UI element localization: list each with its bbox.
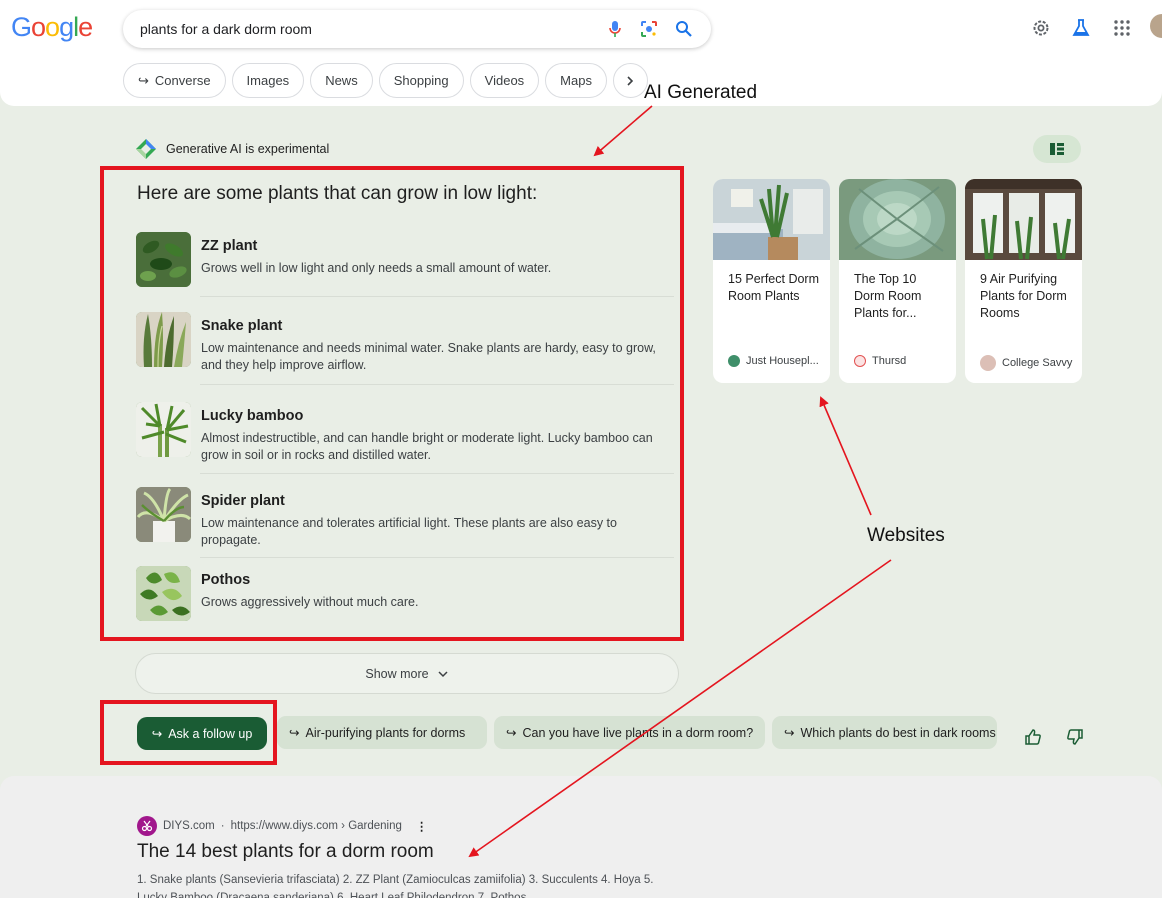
arrow-to-ai-answer <box>593 105 653 157</box>
arrow-to-search-result <box>468 559 892 858</box>
annotation-arrows <box>468 105 892 858</box>
arrow-to-website-cards <box>819 396 872 516</box>
